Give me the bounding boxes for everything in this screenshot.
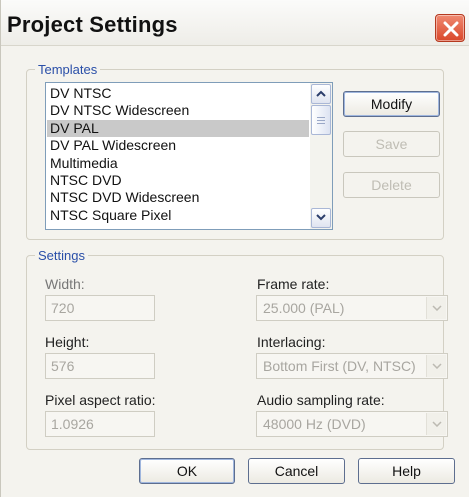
scroll-down-button[interactable] <box>311 208 331 228</box>
audio-sampling-rate-value: 48000 Hz (DVD) <box>263 416 366 432</box>
list-item[interactable]: Multimedia <box>47 155 309 172</box>
chevron-down-icon <box>432 421 442 427</box>
list-item[interactable]: DV PAL Widescreen <box>47 137 309 154</box>
cancel-button[interactable]: Cancel <box>248 458 345 484</box>
save-button[interactable]: Save <box>343 131 440 157</box>
width-field[interactable]: 720 <box>45 295 155 321</box>
height-field[interactable]: 576 <box>45 353 155 379</box>
list-item[interactable]: DV NTSC <box>47 85 309 102</box>
templates-list: DV NTSC DV NTSC Widescreen DV PAL DV PAL… <box>47 85 309 224</box>
audio-sampling-rate-label: Audio sampling rate: <box>257 392 385 408</box>
ok-button[interactable]: OK <box>139 458 235 484</box>
dropdown-button[interactable] <box>426 355 446 377</box>
width-label: Width: <box>45 276 85 292</box>
close-icon <box>443 21 459 37</box>
modify-button[interactable]: Modify <box>343 91 440 117</box>
list-item-selected[interactable]: DV PAL <box>47 119 309 138</box>
title-bar[interactable]: Project Settings <box>1 0 469 46</box>
pixel-aspect-ratio-field[interactable]: 1.0926 <box>45 411 155 437</box>
frame-rate-value: 25.000 (PAL) <box>263 300 345 316</box>
scroll-thumb[interactable] <box>311 105 331 135</box>
frame-rate-label: Frame rate: <box>257 276 330 292</box>
interlacing-value: Bottom First (DV, NTSC) <box>263 358 416 374</box>
delete-button[interactable]: Delete <box>343 172 440 198</box>
dropdown-button[interactable] <box>426 297 446 319</box>
chevron-down-icon <box>432 305 442 311</box>
scroll-up-arrow-icon <box>316 90 326 97</box>
audio-sampling-rate-dropdown[interactable]: 48000 Hz (DVD) <box>256 411 448 437</box>
chevron-down-icon <box>432 363 442 369</box>
templates-listbox[interactable]: DV NTSC DV NTSC Widescreen DV PAL DV PAL… <box>45 82 333 230</box>
thumb-grip <box>317 117 325 118</box>
scroll-down-arrow-icon <box>316 214 326 221</box>
project-settings-dialog: Project Settings Templates DV NTSC DV NT… <box>0 0 469 497</box>
dropdown-button[interactable] <box>426 413 446 435</box>
vertical-scrollbar[interactable] <box>310 83 332 229</box>
interlacing-dropdown[interactable]: Bottom First (DV, NTSC) <box>256 353 448 379</box>
thumb-grip <box>317 120 325 121</box>
window-title: Project Settings <box>7 12 178 37</box>
settings-legend: Settings <box>38 248 85 263</box>
height-label: Height: <box>45 334 90 350</box>
thumb-grip <box>317 123 325 124</box>
scroll-up-button[interactable] <box>311 84 331 104</box>
frame-rate-dropdown[interactable]: 25.000 (PAL) <box>256 295 448 321</box>
list-item[interactable]: NTSC DVD Widescreen <box>47 189 309 206</box>
list-item[interactable]: NTSC Square Pixel <box>47 207 309 224</box>
templates-legend: Templates <box>38 62 98 77</box>
interlacing-label: Interlacing: <box>257 334 326 350</box>
list-item[interactable]: NTSC DVD <box>47 172 309 189</box>
list-item[interactable]: DV NTSC Widescreen <box>47 102 309 119</box>
pixel-aspect-ratio-label: Pixel aspect ratio: <box>45 392 156 408</box>
help-button[interactable]: Help <box>358 458 455 484</box>
close-button[interactable] <box>435 14 465 42</box>
